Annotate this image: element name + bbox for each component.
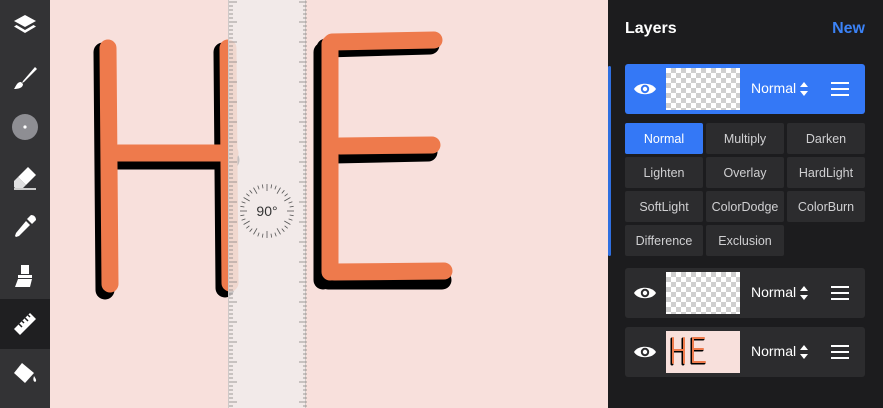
eraser-tool-button[interactable] [0,152,50,202]
layer-row-3[interactable]: Normal [625,327,865,377]
blend-mode-colorburn[interactable]: ColorBurn [787,191,865,222]
chevron-updown-icon [800,286,808,300]
drawing-canvas[interactable]: 90° [50,0,608,408]
chevron-updown-icon [800,345,808,359]
fill-tool-button[interactable] [0,349,50,399]
layer-thumbnail [666,68,740,110]
hamburger-menu-icon[interactable] [831,344,849,360]
visibility-eye-icon[interactable] [633,282,657,304]
blend-mode-label[interactable]: Normal [751,343,796,359]
brush-size-icon [12,114,38,140]
blend-mode-grid: Normal Multiply Darken Lighten Overlay HardLi… [625,123,865,256]
visibility-eye-icon[interactable] [633,341,657,363]
scroll-indicator [608,66,611,256]
blend-mode-softlight[interactable]: SoftLight [625,191,703,222]
layer-row-1[interactable]: Normal [625,64,865,114]
blend-mode-normal[interactable]: Normal [625,123,703,154]
blend-mode-label[interactable]: Normal [751,284,796,300]
blend-mode-colordodge[interactable]: ColorDodge [706,191,784,222]
eraser-icon [14,167,36,190]
brush-size-tool-button[interactable] [0,102,50,152]
blend-mode-overlay[interactable]: Overlay [706,157,784,188]
blend-mode-lighten[interactable]: Lighten [625,157,703,188]
ruler-angle-label: 90° [256,203,278,219]
hamburger-menu-icon[interactable] [831,81,849,97]
new-layer-button[interactable]: New [832,20,865,38]
blend-mode-multiply[interactable]: Multiply [706,123,784,154]
layer-row-2[interactable]: Normal [625,268,865,318]
layers-panel: Layers New Normal Normal Multiply Darken Li… [608,0,883,408]
thumbnail-drawing [670,337,706,366]
canvas-artwork [93,31,453,300]
hamburger-menu-icon[interactable] [831,285,849,301]
layers-icon [14,15,36,33]
eyedropper-tool-button[interactable] [0,201,50,251]
blend-mode-exclusion[interactable]: Exclusion [706,225,784,256]
layers-tool-button[interactable] [0,0,50,50]
layer-thumbnail [666,331,740,373]
ruler-icon [14,313,36,335]
brush-tool-button[interactable] [0,53,50,103]
ruler-angle-dial[interactable]: 90° [238,182,296,240]
chevron-updown-icon [800,82,808,96]
tool-sidebar [0,0,50,408]
blend-mode-hardlight[interactable]: HardLight [787,157,865,188]
blend-mode-label[interactable]: Normal [751,80,796,96]
blend-mode-darken[interactable]: Darken [787,123,865,154]
ruler-tool-button[interactable] [0,299,50,349]
panel-title: Layers [625,20,677,37]
visibility-eye-icon[interactable] [633,78,657,100]
eyedropper-icon [15,215,36,237]
smudge-icon [15,265,32,287]
fill-icon [14,363,37,383]
blend-mode-difference[interactable]: Difference [625,225,703,256]
smudge-tool-button[interactable] [0,250,50,300]
layer-thumbnail [666,272,740,314]
brush-icon [14,67,37,89]
